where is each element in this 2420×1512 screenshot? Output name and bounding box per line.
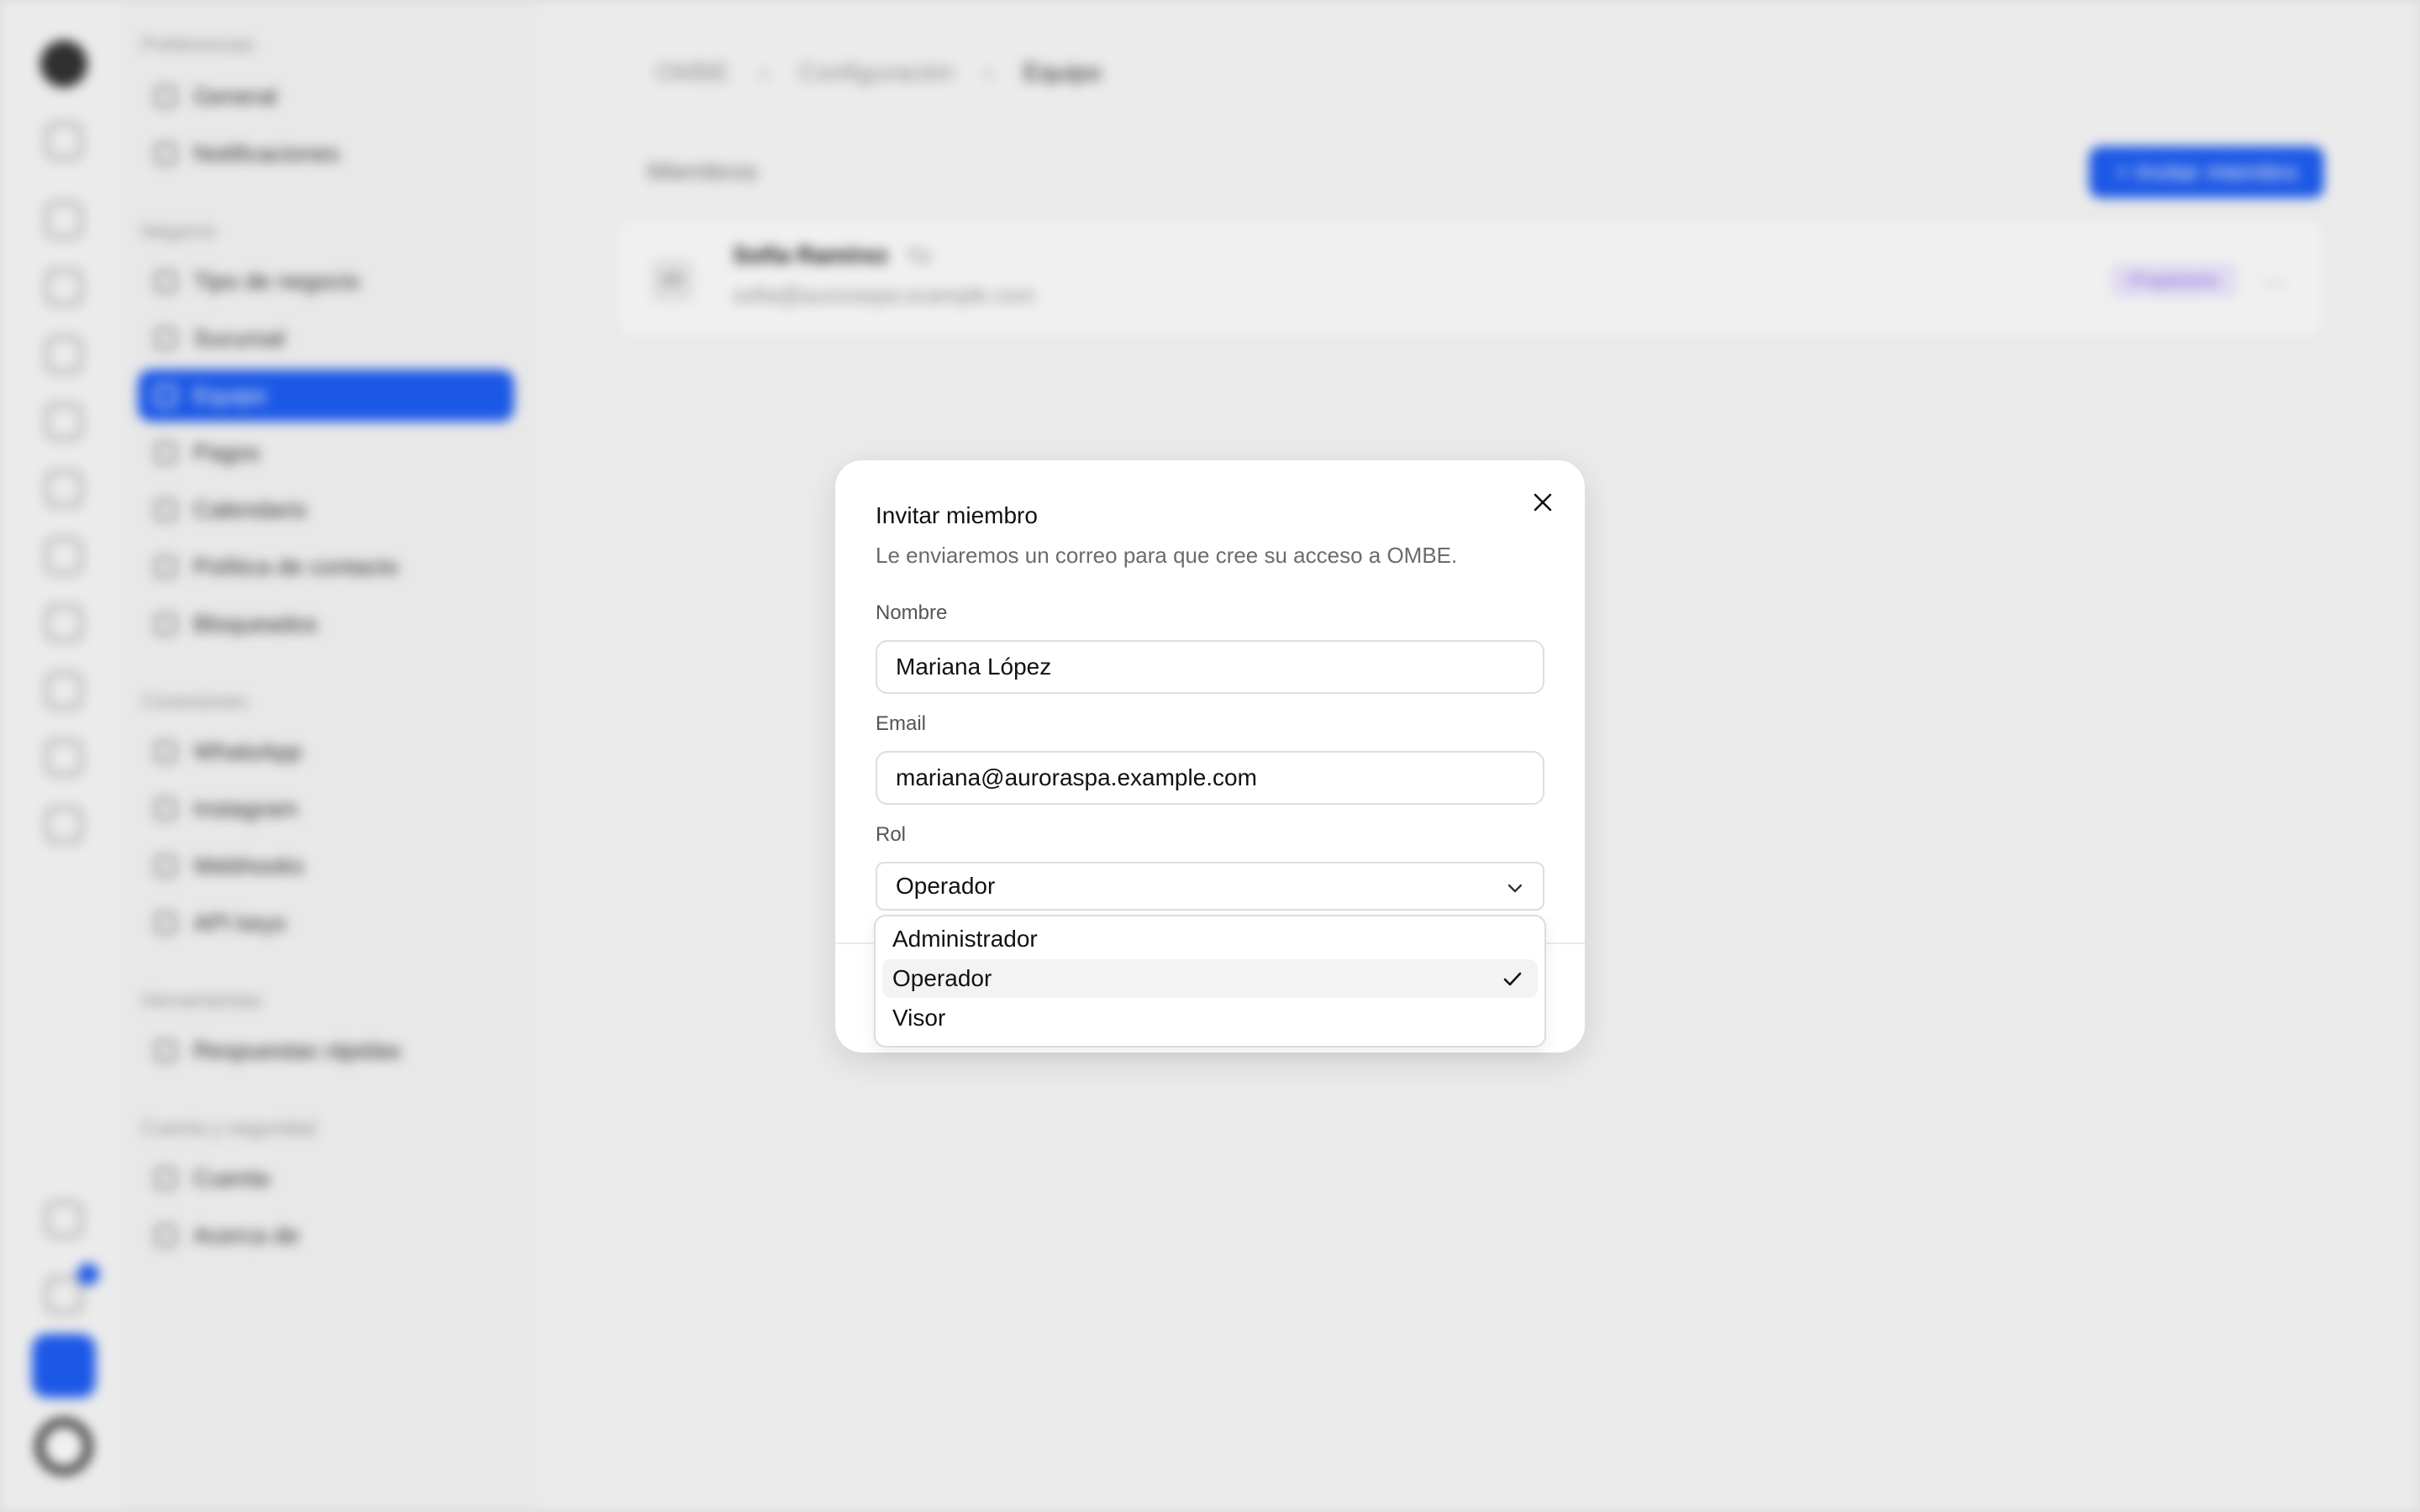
check-icon bbox=[1503, 972, 1522, 986]
close-button[interactable] bbox=[1526, 486, 1560, 519]
role-dropdown-menu: Administrador Operador Visor bbox=[874, 915, 1546, 1047]
name-input[interactable] bbox=[876, 640, 1544, 694]
close-icon bbox=[1534, 493, 1552, 512]
email-input[interactable] bbox=[876, 751, 1544, 805]
dialog-description: Le enviaremos un correo para que cree su… bbox=[876, 543, 1458, 568]
email-label: Email bbox=[876, 712, 927, 735]
role-select-value: Operador bbox=[896, 873, 996, 899]
role-option-operador[interactable]: Operador bbox=[882, 959, 1538, 998]
role-label: Rol bbox=[876, 823, 907, 846]
option-label: Administrador bbox=[892, 926, 1038, 952]
dialog-title: Invitar miembro bbox=[876, 502, 1038, 528]
option-label: Visor bbox=[892, 1005, 946, 1031]
role-option-administrador[interactable]: Administrador bbox=[882, 920, 1538, 958]
role-option-visor[interactable]: Visor bbox=[882, 999, 1538, 1037]
role-select[interactable]: Operador bbox=[876, 862, 1544, 911]
name-label: Nombre bbox=[876, 601, 948, 624]
option-label: Operador bbox=[892, 965, 992, 991]
chevron-down-icon bbox=[1507, 884, 1523, 893]
